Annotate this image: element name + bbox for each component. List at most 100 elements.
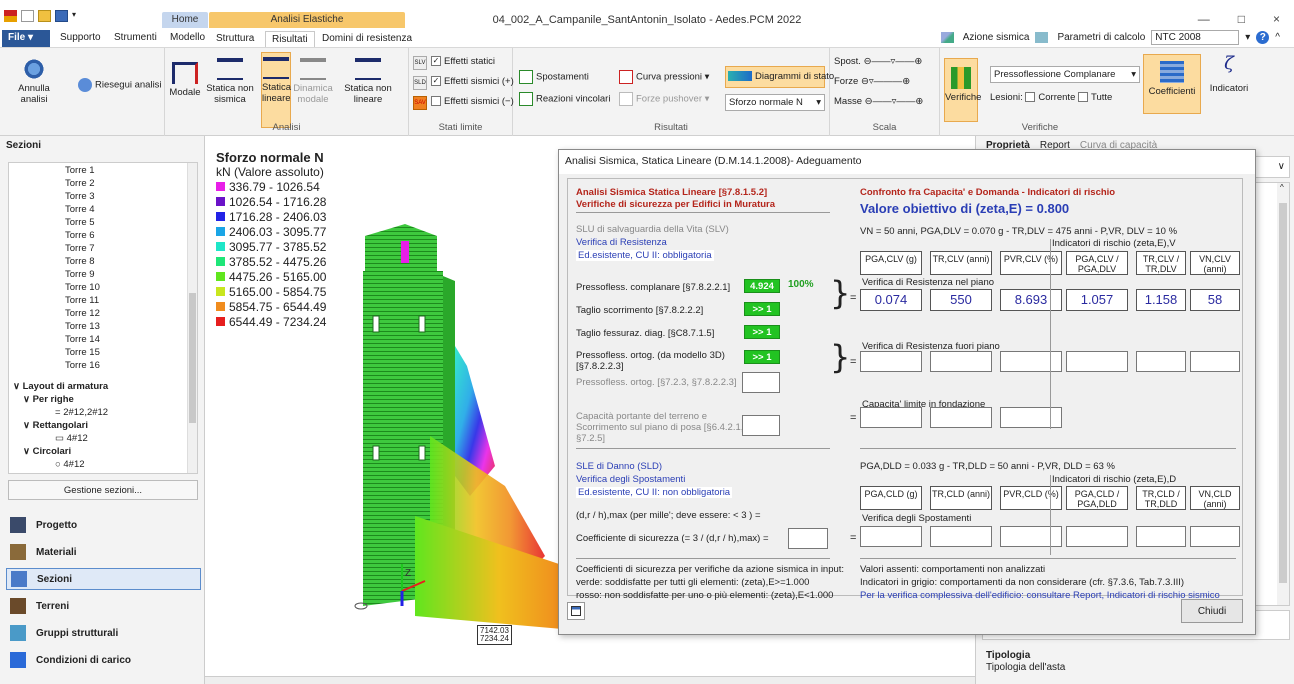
- sld-toggle[interactable]: SLD: [413, 76, 427, 90]
- tree-node-layout[interactable]: ∨ Layout di armatura: [13, 381, 108, 392]
- svg-text:Z: Z: [405, 568, 411, 579]
- statica-non-lineare-button[interactable]: Statica non lineare: [337, 58, 399, 105]
- verifiche-button[interactable]: Verifiche: [944, 58, 981, 122]
- nav-gruppi-strutturali[interactable]: Gruppi strutturali: [6, 622, 201, 644]
- effetti-sismici-minus-checkbox[interactable]: Effetti sismici (−): [431, 96, 514, 107]
- verification-type-select[interactable]: Pressoflessione Complanare ▾: [990, 66, 1140, 83]
- chiudi-button[interactable]: Chiudi: [1181, 599, 1243, 623]
- dialog-title: Analisi Sismica, Statica Lineare (D.M.14…: [559, 150, 1255, 174]
- scrollbar-thumb[interactable]: [189, 293, 196, 423]
- nav-materiali[interactable]: Materiali: [6, 541, 201, 563]
- tree-leaf-torre[interactable]: Torre 2: [65, 178, 95, 189]
- tree-leaf-torre[interactable]: Torre 7: [65, 243, 95, 254]
- spostamenti-button[interactable]: Spostamenti: [519, 70, 589, 84]
- tree-leaf-torre[interactable]: Torre 15: [65, 347, 100, 358]
- tree-leaf-torre[interactable]: Torre 10: [65, 282, 100, 293]
- diagrammi-stato-button[interactable]: Diagrammi di stato: [725, 66, 834, 88]
- tree-leaf-per-righe[interactable]: = 2#12,2#12: [55, 407, 108, 418]
- statica-lineare-button[interactable]: Statica lineare: [261, 52, 291, 128]
- slider-plus-icon[interactable]: ⊕: [902, 76, 910, 87]
- tree-leaf-torre[interactable]: Torre 3: [65, 191, 95, 202]
- slv-toggle[interactable]: SLV: [413, 56, 427, 70]
- tree-node-per-righe[interactable]: ∨ Per righe: [23, 394, 74, 405]
- slider-minus-icon[interactable]: ⊖: [861, 76, 869, 87]
- collapse-ribbon-icon[interactable]: ^: [1275, 32, 1280, 43]
- tree-leaf-torre[interactable]: Torre 5: [65, 217, 95, 228]
- tree-leaf-circolari[interactable]: ○ 4#12: [55, 459, 85, 470]
- riesegui-analisi-button[interactable]: Riesegui analisi: [78, 78, 164, 92]
- menu-strumenti[interactable]: Strumenti: [114, 32, 157, 43]
- tree-leaf-torre[interactable]: Torre 9: [65, 269, 95, 280]
- ver-piano-label: Verifica di Resistenza nel piano: [862, 277, 995, 288]
- statica-non-sismica-button[interactable]: Statica non sismica: [205, 58, 255, 105]
- tree-leaf-torre[interactable]: Torre 13: [65, 321, 100, 332]
- value-ortog-3d: >> 1: [744, 350, 780, 364]
- slider-plus-icon[interactable]: ⊕: [915, 96, 923, 107]
- scrollbar-thumb[interactable]: [1279, 203, 1287, 583]
- footer-risk-2: Indicatori in grigio: comportamenti da n…: [860, 577, 1185, 588]
- norm-select[interactable]: NTC 2008: [1151, 30, 1240, 45]
- diagram-type-select[interactable]: Sforzo normale N ▾: [725, 94, 825, 111]
- maximize-button[interactable]: □: [1238, 12, 1245, 26]
- azione-sismica-link[interactable]: Azione sismica: [963, 32, 1030, 43]
- tree-leaf-rettangolari[interactable]: ▭ 4#12: [55, 433, 88, 444]
- scale-spost-slider[interactable]: Spost. ⊖——▿——⊕: [834, 56, 922, 67]
- scale-forze-slider[interactable]: Forze ⊖▿———⊕: [834, 76, 910, 87]
- help-icon[interactable]: ?: [1256, 31, 1270, 44]
- tree-leaf-torre[interactable]: Torre 4: [65, 204, 95, 215]
- tree-leaf-torre[interactable]: Torre 11: [65, 295, 99, 306]
- slider-plus-icon[interactable]: ⊕: [914, 56, 922, 67]
- norm-dropdown-icon[interactable]: ▾: [1245, 32, 1250, 43]
- tree-leaf-torre[interactable]: Torre 1: [65, 165, 95, 176]
- tree-node-rettangolari[interactable]: ∨ Rettangolari: [23, 420, 88, 431]
- forze-pushover-button[interactable]: Forze pushover ▾: [619, 92, 709, 106]
- scale-masse-slider[interactable]: Masse ⊖——▿——⊕: [834, 96, 923, 107]
- curva-pressioni-button[interactable]: Curva pressioni ▾: [619, 70, 709, 84]
- ribbon-group-verifiche: Verifiche Pressoflessione Complanare ▾ Le…: [940, 48, 1140, 136]
- gears-icon: [21, 58, 47, 80]
- tree-leaf-torre[interactable]: Torre 12: [65, 308, 100, 319]
- slider-minus-icon[interactable]: ⊖: [865, 96, 873, 107]
- property-scrollbar[interactable]: ^: [1277, 183, 1289, 605]
- minimize-button[interactable]: —: [1198, 12, 1210, 26]
- sav-toggle[interactable]: SAV: [413, 96, 427, 110]
- verification-grid-icon: [951, 67, 971, 89]
- nav-terreni[interactable]: Terreni: [6, 595, 201, 617]
- modale-button[interactable]: Modale: [167, 62, 203, 98]
- print-report-icon[interactable]: [567, 602, 585, 620]
- load-conditions-icon: [10, 652, 26, 668]
- divider: [576, 448, 830, 449]
- tree-leaf-torre[interactable]: Torre 16: [65, 360, 100, 371]
- tab-struttura[interactable]: Struttura: [210, 31, 260, 48]
- reazioni-vincolari-button[interactable]: Reazioni vincolari: [519, 92, 610, 106]
- tab-risultati[interactable]: Risultati: [265, 31, 315, 48]
- menu-supporto[interactable]: Supporto: [60, 32, 101, 43]
- tree-node-circolari[interactable]: ∨ Circolari: [23, 446, 71, 457]
- nav-label: Terreni: [36, 600, 70, 612]
- tutte-checkbox[interactable]: [1078, 92, 1088, 103]
- corrente-checkbox[interactable]: [1025, 92, 1036, 103]
- coefficienti-button[interactable]: Coefficienti: [1143, 54, 1201, 114]
- effetti-sismici-plus-checkbox[interactable]: ✓ Effetti sismici (+): [431, 76, 514, 87]
- tree-leaf-torre[interactable]: Torre 14: [65, 334, 100, 345]
- nav-progetto[interactable]: Progetto: [6, 514, 201, 536]
- zeta-icon: ζ: [1224, 53, 1234, 74]
- gestione-sezioni-button[interactable]: Gestione sezioni...: [8, 480, 198, 500]
- tree-leaf-torre[interactable]: Torre 8: [65, 256, 95, 267]
- nav-sezioni[interactable]: Sezioni: [6, 568, 201, 590]
- file-menu-button[interactable]: File ▾: [2, 30, 50, 47]
- indicatori-button[interactable]: ζ Indicatori: [1206, 53, 1252, 95]
- dinamica-modale-button[interactable]: Dinamica modale: [293, 58, 333, 105]
- annulla-analisi-button[interactable]: Annulla analisi: [4, 58, 64, 105]
- scroll-up-icon[interactable]: ^: [1280, 183, 1284, 192]
- slider-minus-icon[interactable]: ⊖: [864, 56, 872, 67]
- close-button[interactable]: ×: [1273, 12, 1280, 26]
- tree-scrollbar[interactable]: [187, 163, 197, 473]
- effetti-statici-checkbox[interactable]: ✓ Effetti statici: [431, 56, 495, 67]
- sections-tree[interactable]: Torre 1 Torre 2 Torre 3 Torre 4 Torre 5 Torre…: [8, 162, 198, 474]
- nav-condizioni-di-carico[interactable]: Condizioni di carico: [6, 649, 201, 671]
- parametri-calcolo-link[interactable]: Parametri di calcolo: [1057, 32, 1145, 43]
- menu-modello[interactable]: Modello: [170, 32, 205, 43]
- tree-leaf-torre[interactable]: Torre 6: [65, 230, 95, 241]
- tab-domini[interactable]: Domini di resistenza: [316, 31, 418, 48]
